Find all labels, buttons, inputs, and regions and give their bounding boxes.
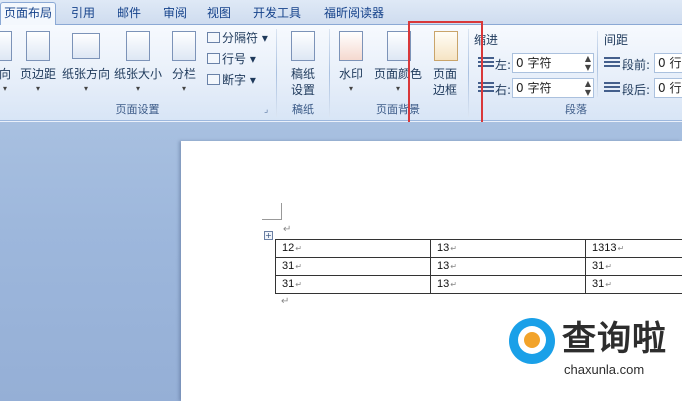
ribbon-tab-bar: 页面布局 引用 邮件 审阅 视图 开发工具 福昕阅读器 (0, 0, 682, 26)
spinner-arrows-icon[interactable]: ▲ ▼ (585, 79, 591, 97)
spacing-before-icon (604, 57, 620, 71)
paper-size-button[interactable]: 纸张大小 ▾ (112, 27, 164, 97)
logo-icon (509, 318, 555, 364)
manuscript-label-line1: 稿纸 (290, 67, 315, 81)
orientation-button[interactable]: 纸张方向 ▾ (60, 27, 112, 97)
spacing-after-value: 0 行 (658, 81, 682, 95)
chevron-down-icon: ▾ (181, 84, 186, 93)
hyphenation-label: 断字 (222, 73, 247, 87)
table-row: 12↵ 13↵ 1313↵ (275, 239, 682, 258)
orientation-label: 纸张方向 (61, 67, 110, 81)
watermark-label: 水印 (338, 67, 363, 81)
indent-left-label: 左: (495, 58, 512, 72)
table-cell[interactable]: 31↵ (275, 257, 431, 276)
breaks-button[interactable]: 分隔符 ▾ (207, 29, 268, 47)
spacing-before-input[interactable]: 0 行 (654, 53, 682, 73)
chevron-down-icon: ▾ (35, 84, 40, 93)
spacing-after-input[interactable]: 0 行 (654, 78, 682, 98)
chevron-down-icon: ▾ (83, 84, 88, 93)
paragraph-mark: ↵ (281, 296, 290, 307)
indent-right-value: 0 字符 (516, 81, 552, 95)
paragraph-mark: ↵ (283, 224, 292, 235)
page-setup-group-label: 页面设置 (115, 103, 160, 116)
tab-references[interactable]: 引用 (62, 3, 104, 25)
table-cell[interactable]: 1313↵ (585, 239, 682, 258)
table-cell[interactable]: 13↵ (430, 275, 586, 294)
manuscript-settings-button[interactable]: 稿纸 设置 (282, 27, 324, 101)
table-row: 31↵ 13↵ 31↵ (275, 257, 682, 276)
site-watermark-logo: 查询啦 chaxunla.com (506, 318, 682, 382)
spacing-label: 间距 (604, 33, 629, 47)
spacing-after-label: 段后: (622, 83, 651, 97)
spinner-arrows-icon[interactable]: ▲ ▼ (585, 54, 591, 72)
logo-text-url: chaxunla.com (564, 362, 645, 377)
table-cell[interactable]: 31↵ (585, 275, 682, 294)
indent-left-input[interactable]: 0 字符 ▲ ▼ (512, 53, 594, 73)
manuscript-group-label: 稿纸 (292, 103, 314, 116)
breaks-label: 分隔符 (222, 31, 259, 45)
tab-page-layout[interactable]: 页面布局 (0, 2, 56, 26)
tab-mailings[interactable]: 邮件 (108, 3, 150, 25)
spacing-before-label: 段前: (622, 58, 651, 72)
manuscript-label-line2: 设置 (290, 83, 315, 97)
table-cell[interactable]: 31↵ (275, 275, 431, 294)
chevron-down-icon: ▾ (348, 84, 353, 93)
paper-size-icon (126, 31, 150, 61)
watermark-icon (339, 31, 363, 61)
margin-corner-mark (281, 203, 282, 220)
chevron-down-icon: ▾ (249, 73, 256, 87)
text-direction-button[interactable]: 向 ▾ (0, 27, 16, 97)
line-numbers-icon (207, 53, 220, 64)
columns-label: 分栏 (171, 67, 196, 81)
chevron-down-icon: ▾ (249, 52, 256, 66)
dialog-launcher-icon[interactable]: ⌟ (264, 105, 268, 115)
margins-label: 页边距 (19, 67, 56, 81)
margins-button[interactable]: 页边距 ▾ (16, 27, 60, 97)
indent-left-value: 0 字符 (516, 56, 552, 70)
indent-right-label: 右: (495, 83, 512, 97)
hyphenation-button[interactable]: 断字 ▾ (207, 71, 256, 89)
indent-right-input[interactable]: 0 字符 ▲ ▼ (512, 78, 594, 98)
tab-foxit-reader[interactable]: 福昕阅读器 (314, 3, 394, 25)
table-row: 31↵ 13↵ 31↵ (275, 275, 682, 294)
document-table[interactable]: 12↵ 13↵ 1313↵ 31↵ 13↵ 31↵ 31↵ 13↵ 31↵ (275, 239, 682, 294)
table-cell[interactable]: 13↵ (430, 239, 586, 258)
paragraph-group-label: 段落 (565, 103, 587, 116)
spacing-after-icon (604, 82, 620, 96)
line-numbers-label: 行号 (222, 52, 247, 66)
text-direction-icon (0, 31, 12, 61)
manuscript-icon (291, 31, 315, 61)
columns-icon (172, 31, 196, 61)
tab-view[interactable]: 视图 (198, 3, 240, 25)
margin-corner-mark (262, 219, 281, 220)
chevron-down-icon: ▾ (135, 84, 140, 93)
field-divider (597, 31, 598, 97)
orientation-icon (72, 33, 100, 59)
hyphenation-icon (207, 74, 220, 85)
margins-icon (26, 31, 50, 61)
columns-button[interactable]: 分栏 ▾ (168, 27, 200, 97)
watermark-button[interactable]: 水印 ▾ (334, 27, 368, 97)
tab-developer[interactable]: 开发工具 (245, 3, 309, 25)
ribbon: 向 ▾ 页边距 ▾ 纸张方向 ▾ 纸张大小 ▾ 分栏 ▾ 分隔符 ▾ 行号 ▾ … (0, 25, 682, 121)
chevron-down-icon: ▾ (261, 31, 268, 45)
table-cell[interactable]: 31↵ (585, 257, 682, 276)
line-numbers-button[interactable]: 行号 ▾ (207, 50, 256, 68)
table-move-handle-icon[interactable]: + (264, 231, 273, 240)
text-direction-label: 向 (0, 67, 11, 81)
spacing-before-value: 0 行 (658, 56, 682, 70)
table-cell[interactable]: 12↵ (275, 239, 431, 258)
highlight-box (408, 21, 483, 125)
tab-review[interactable]: 审阅 (154, 3, 196, 25)
paper-size-label: 纸张大小 (113, 67, 162, 81)
logo-text-chinese: 查询啦 (562, 319, 667, 359)
table-cell[interactable]: 13↵ (430, 257, 586, 276)
breaks-icon (207, 32, 220, 43)
chevron-down-icon: ▾ (2, 84, 7, 93)
